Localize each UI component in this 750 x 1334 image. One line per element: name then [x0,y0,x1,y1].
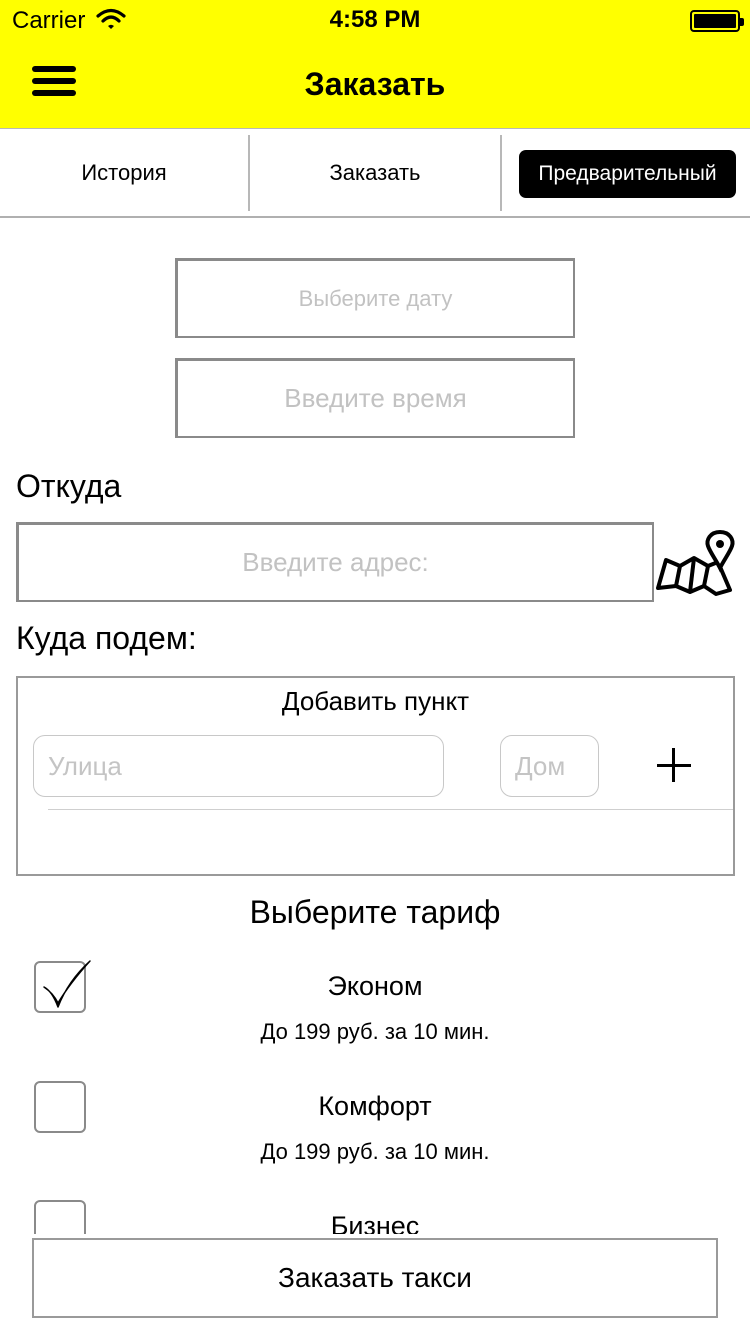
street-input[interactable]: Улица [33,735,444,797]
destination-panel: Добавить пункт Улица Дом [16,676,735,876]
divider [48,809,733,810]
status-bar: Carrier 4:58 PM [0,0,750,40]
tab-history[interactable]: История [0,129,248,217]
page-title: Заказать [304,66,446,102]
address-field[interactable]: Введите адрес: [16,522,654,602]
status-time: 4:58 PM [329,6,421,33]
tab-preliminary[interactable]: Предварительный [519,150,736,198]
add-point-title: Добавить пункт [281,686,470,716]
tab-order[interactable]: Заказать [250,129,500,217]
from-label: Откуда [16,468,122,504]
date-field[interactable]: Выберите дату [175,258,575,338]
house-input[interactable]: Дом [500,735,599,797]
tariff-name-economy: Эконом [327,971,423,1001]
tariff-price-comfort: До 199 руб. за 10 мин. [260,1139,490,1164]
battery-icon [690,10,744,32]
tariff-heading: Выберите тариф [249,894,501,930]
tariff-price-economy: До 199 руб. за 10 мин. [260,1019,490,1044]
order-taxi-button[interactable]: Заказать такси [32,1238,718,1318]
tab-divider [500,135,502,211]
to-label: Куда подем: [16,620,197,656]
segmented-tabs: История Заказать Предварительный [0,128,750,218]
map-pin-icon[interactable] [654,530,736,596]
screen: Carrier 4:58 PM Заказать История Заказат… [0,0,750,1334]
plus-icon[interactable] [654,744,694,784]
tariff-name-comfort: Комфорт [318,1091,432,1121]
navigation-bar: Carrier 4:58 PM Заказать [0,0,750,128]
time-field[interactable]: Введите время [175,358,575,438]
